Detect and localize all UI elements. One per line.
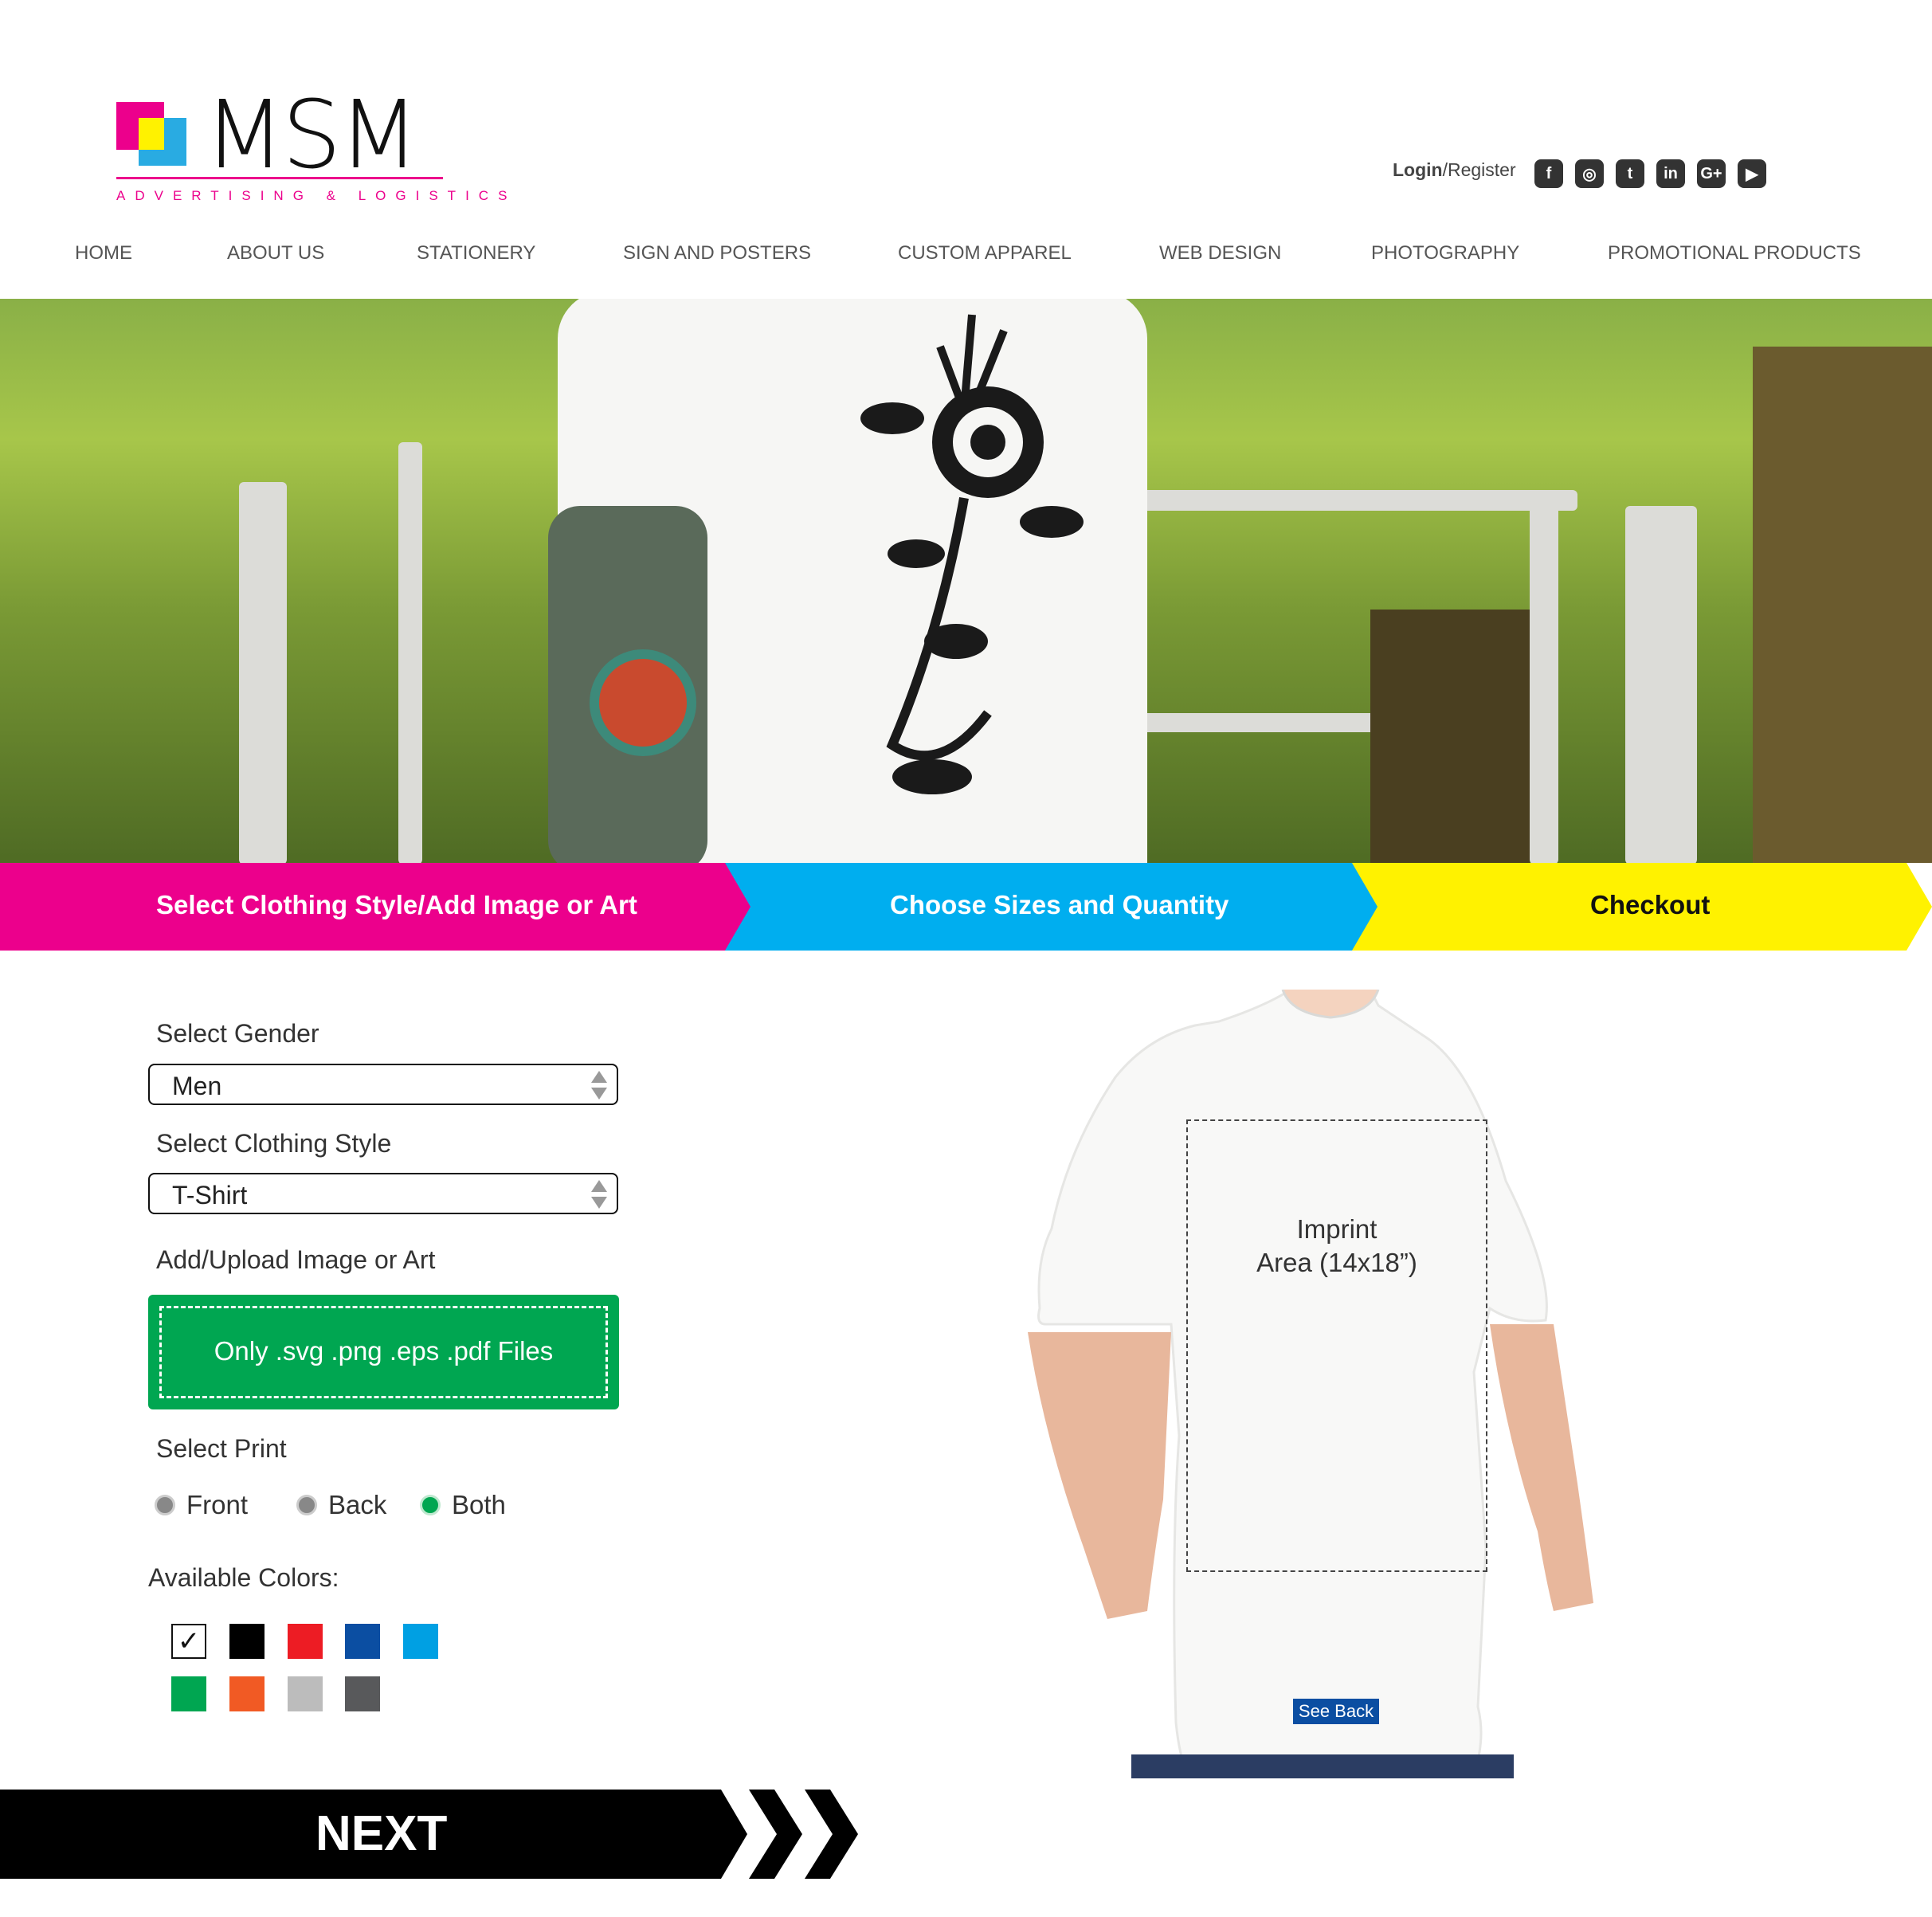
nav-promotional-products[interactable]: PROMOTIONAL PRODUCTS xyxy=(1608,242,1861,265)
radio-back[interactable] xyxy=(296,1495,317,1515)
nav-stationery[interactable]: STATIONERY xyxy=(417,242,535,265)
upload-label: Add/Upload Image or Art xyxy=(156,1245,436,1274)
gender-select[interactable]: Men xyxy=(148,1064,618,1105)
google-plus-icon[interactable]: G+ xyxy=(1697,159,1726,188)
print-option-front[interactable]: Front xyxy=(155,1490,248,1520)
chevron-icon xyxy=(749,1790,802,1879)
imprint-area xyxy=(1186,1119,1487,1572)
color-swatch-royal-blue[interactable] xyxy=(345,1624,380,1659)
twitter-icon[interactable]: t xyxy=(1616,159,1644,188)
see-back-button[interactable]: See Back xyxy=(1293,1699,1379,1724)
imprint-label-line2: Area (14x18”) xyxy=(1256,1248,1417,1277)
step-select-style[interactable]: Select Clothing Style/Add Image or Art xyxy=(156,890,637,920)
fence-bar xyxy=(1530,498,1558,863)
wooden-stump xyxy=(1370,610,1530,863)
instagram-icon[interactable]: ◎ xyxy=(1575,159,1604,188)
color-swatch-orange[interactable] xyxy=(229,1676,265,1711)
left-arm xyxy=(1028,1332,1171,1619)
print-option-both[interactable]: Both xyxy=(420,1490,506,1520)
check-icon: ✓ xyxy=(177,1626,201,1656)
nav-web-design[interactable]: WEB DESIGN xyxy=(1159,242,1281,265)
nav-sign-and-posters[interactable]: SIGN AND POSTERS xyxy=(623,242,811,265)
print-label: Select Print xyxy=(156,1434,287,1463)
radio-back-label: Back xyxy=(328,1490,387,1519)
logo-rule xyxy=(116,177,443,179)
social-links: f ◎ t in G+ ▶ xyxy=(1534,159,1766,188)
chevron-icon xyxy=(805,1790,858,1879)
brand-tagline: ADVERTISING & LOGISTICS xyxy=(116,188,517,203)
radio-front[interactable] xyxy=(155,1495,175,1515)
register-link[interactable]: /Register xyxy=(1443,159,1516,180)
nav-home[interactable]: HOME xyxy=(75,242,132,265)
auth-links: Login/Register xyxy=(1393,159,1516,181)
checkout-steps: Select Clothing Style/Add Image or Art C… xyxy=(0,863,1932,951)
gender-value: Men xyxy=(172,1072,222,1100)
logo-yellow-square xyxy=(139,118,164,150)
fence-post xyxy=(239,482,287,863)
color-swatch-black[interactable] xyxy=(229,1624,265,1659)
gender-label: Select Gender xyxy=(156,1019,319,1048)
right-arm xyxy=(1490,1324,1593,1611)
login-link[interactable]: Login xyxy=(1393,159,1443,180)
youtube-icon[interactable]: ▶ xyxy=(1738,159,1766,188)
radio-both[interactable] xyxy=(420,1495,441,1515)
imprint-label: Imprint Area (14x18”) xyxy=(1186,1213,1487,1280)
color-swatch-sky-blue[interactable] xyxy=(403,1624,438,1659)
clothing-style-select[interactable]: T-Shirt xyxy=(148,1173,618,1214)
clothing-style-value: T-Shirt xyxy=(172,1181,248,1209)
select-arrows-icon xyxy=(591,1180,607,1209)
color-swatch-green[interactable] xyxy=(171,1676,206,1711)
fence-post xyxy=(1625,506,1697,863)
fence-bar xyxy=(398,442,422,863)
select-arrows-icon xyxy=(591,1071,607,1100)
linkedin-icon[interactable]: in xyxy=(1656,159,1685,188)
wooden-post xyxy=(1753,347,1932,863)
main-nav: HOME ABOUT US STATIONERY SIGN AND POSTER… xyxy=(0,242,1932,269)
hero-banner xyxy=(0,299,1932,863)
step-checkout[interactable]: Checkout xyxy=(1590,890,1710,920)
color-swatch-red[interactable] xyxy=(288,1624,323,1659)
color-swatch-light-gray[interactable] xyxy=(288,1676,323,1711)
upload-hint: Only .svg .png .eps .pdf Files xyxy=(214,1336,554,1366)
imprint-label-line1: Imprint xyxy=(1296,1214,1377,1244)
radio-front-label: Front xyxy=(186,1490,249,1519)
nav-custom-apparel[interactable]: CUSTOM APPAREL xyxy=(898,242,1072,265)
color-swatch-dark-gray[interactable] xyxy=(345,1676,380,1711)
brand-logo[interactable]: MSM ADVERTISING & LOGISTICS xyxy=(115,88,507,210)
radio-both-label: Both xyxy=(452,1490,506,1519)
color-swatch-white[interactable]: ✓ xyxy=(171,1624,206,1659)
facebook-icon[interactable]: f xyxy=(1534,159,1563,188)
jeans xyxy=(1131,1754,1514,1778)
print-option-back[interactable]: Back xyxy=(296,1490,386,1520)
nav-about-us[interactable]: ABOUT US xyxy=(227,242,324,265)
brand-name: MSM xyxy=(204,80,420,190)
step-sizes-quantity[interactable]: Choose Sizes and Quantity xyxy=(890,890,1229,920)
upload-dropzone[interactable]: Only .svg .png .eps .pdf Files xyxy=(148,1295,619,1409)
next-label: NEXT xyxy=(315,1806,448,1861)
rose-tattoo xyxy=(590,649,696,756)
style-label: Select Clothing Style xyxy=(156,1129,392,1158)
colors-label: Available Colors: xyxy=(148,1563,339,1592)
rose-print-art xyxy=(860,314,1084,794)
nav-photography[interactable]: PHOTOGRAPHY xyxy=(1371,242,1519,265)
